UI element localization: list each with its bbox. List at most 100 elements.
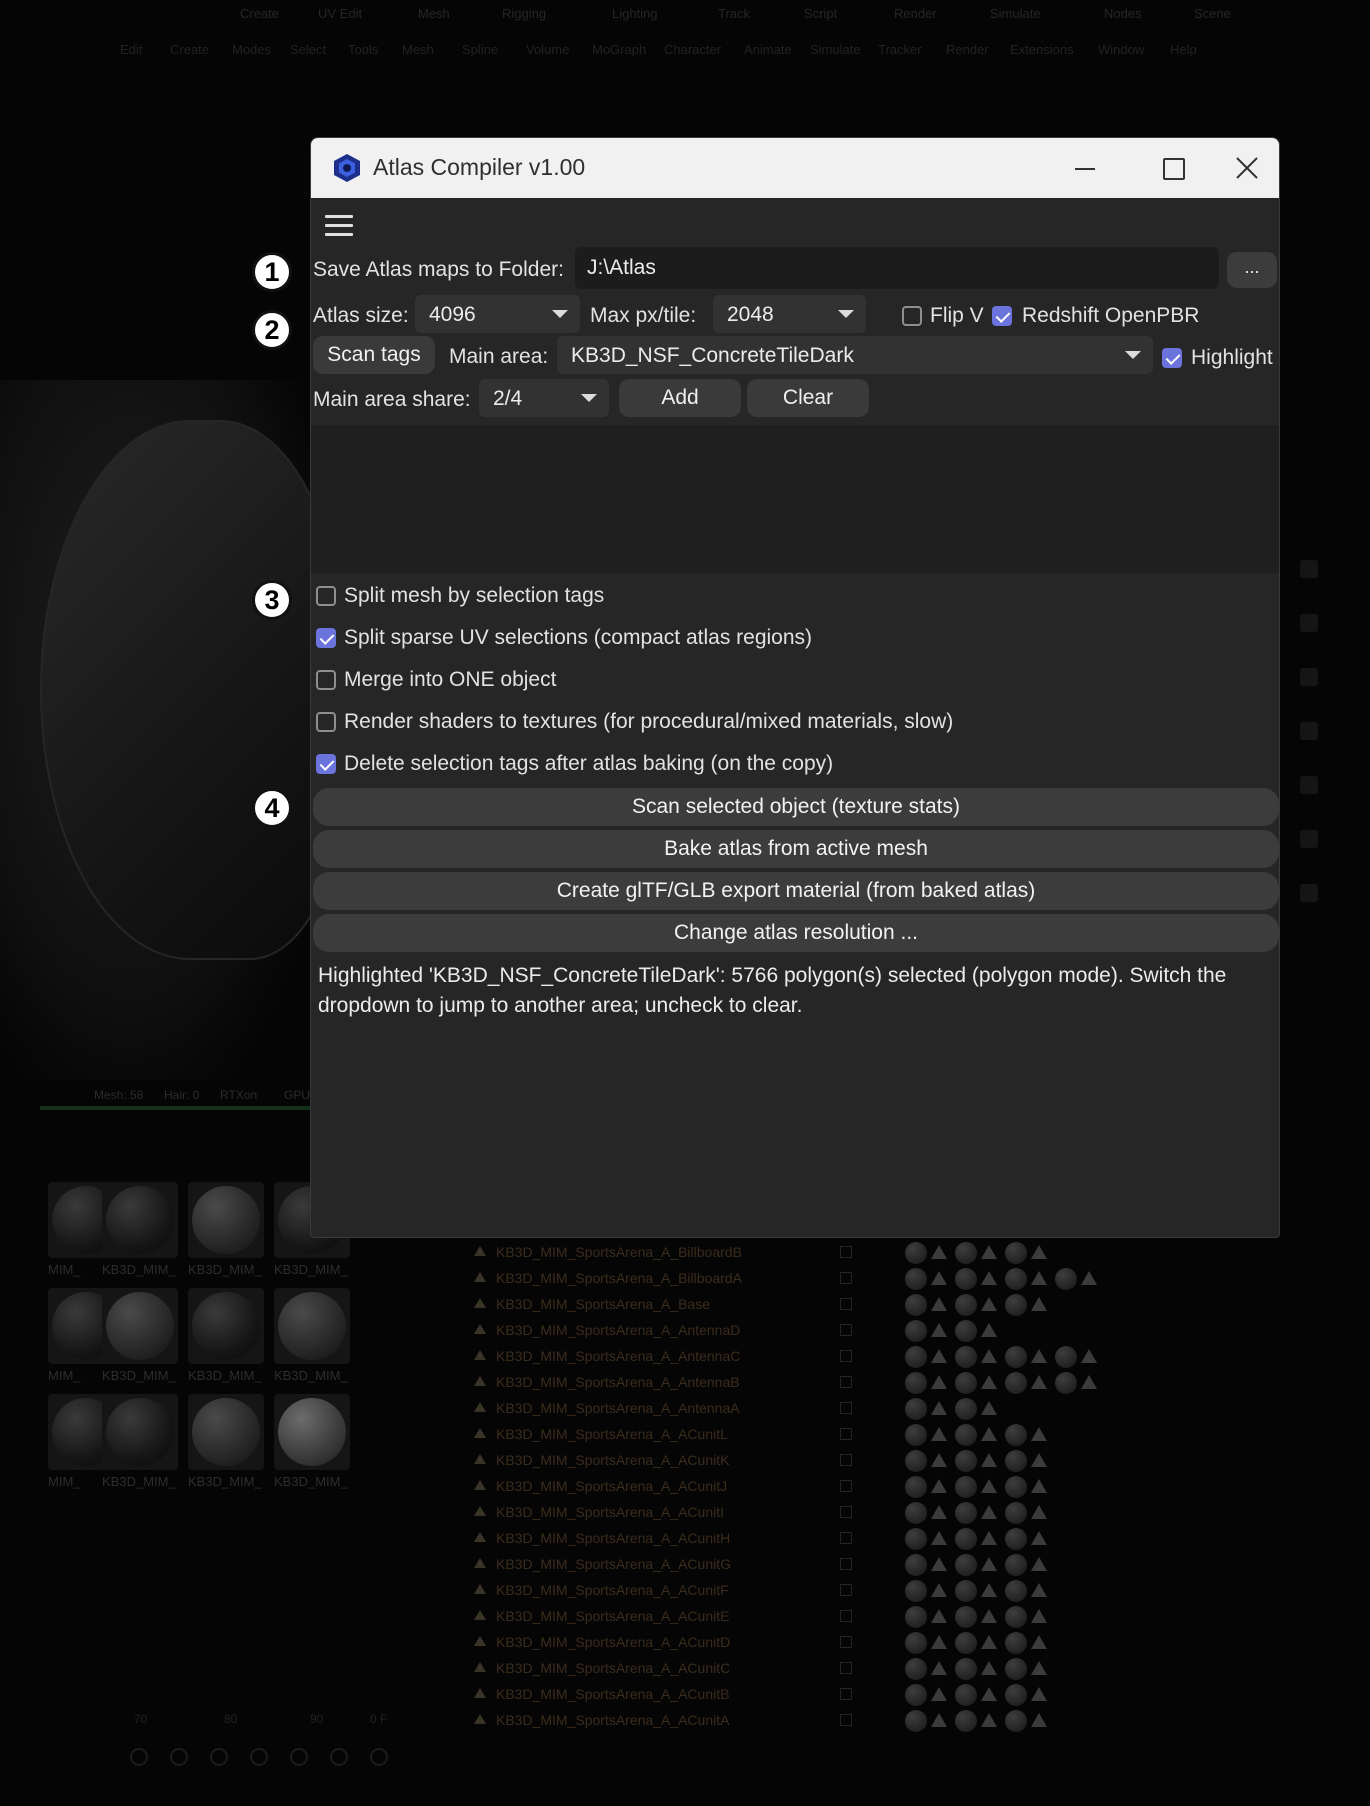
main-area-share-value: 2/4: [493, 387, 523, 410]
atlas-size-select[interactable]: 4096: [415, 295, 580, 333]
object-icon: [474, 1662, 486, 1672]
folder-path-input[interactable]: J:\Atlas: [575, 247, 1219, 289]
flip-v-checkbox[interactable]: [902, 306, 922, 326]
render-shaders-label: Render shaders to textures (for procedur…: [344, 710, 954, 733]
bg-menu-item: Scene: [1194, 6, 1231, 21]
close-button[interactable]: [1215, 150, 1275, 186]
area-share-list[interactable]: [311, 425, 1279, 573]
app-logo-icon: [334, 154, 360, 182]
bg-side-icon: [1300, 830, 1318, 848]
object-icon: [474, 1272, 486, 1282]
delete-selection-tags-label: Delete selection tags after atlas baking…: [344, 752, 834, 775]
render-shaders-checkbox[interactable]: [316, 712, 336, 732]
bg-tool-icon: [370, 1748, 388, 1766]
bg-timeline-tick: 0 F: [370, 1712, 388, 1726]
object-icon: [474, 1428, 486, 1438]
title-bar[interactable]: Atlas Compiler v1.00: [311, 138, 1279, 198]
object-row: KB3D_MIM_SportsArena_A_AntennaC: [460, 1344, 1220, 1370]
scan-selected-object-button[interactable]: Scan selected object (texture stats): [313, 788, 1279, 826]
split-mesh-checkbox[interactable]: [316, 586, 336, 606]
bake-atlas-button[interactable]: Bake atlas from active mesh: [313, 830, 1279, 868]
material-thumb: KB3D_MIM_: [98, 1180, 178, 1280]
bg-timeline-tick: 80: [224, 1712, 238, 1726]
bg-menu-item: Script: [804, 6, 838, 21]
material-thumb: KB3D_MIM_: [270, 1392, 350, 1492]
log-panel: Highlighted 'KB3D_NSF_ConcreteTileDark':…: [311, 952, 1279, 1237]
bg-menu-item: Nodes: [1104, 6, 1142, 21]
bg-menu-item: Modes: [232, 42, 272, 57]
minimize-button[interactable]: [1053, 150, 1113, 186]
object-icon: [474, 1688, 486, 1698]
background-progress-line: [40, 1106, 320, 1110]
bg-menu-item: Create: [170, 42, 210, 57]
merge-one-object-label: Merge into ONE object: [344, 668, 557, 691]
bg-menu-item: Mesh: [402, 42, 434, 57]
object-row: KB3D_MIM_SportsArena_A_ACunitL: [460, 1422, 1220, 1448]
bg-tool-icon: [170, 1748, 188, 1766]
chevron-down-icon: [552, 310, 568, 318]
bg-side-icon: [1300, 668, 1318, 686]
redshift-openpbr-checkbox[interactable]: [992, 306, 1012, 326]
object-icon: [474, 1350, 486, 1360]
bg-menu-item: Window: [1098, 42, 1145, 57]
bg-side-icon: [1300, 560, 1318, 578]
hamburger-menu-icon[interactable]: [323, 210, 355, 242]
background-arena-model: [40, 420, 340, 960]
split-sparse-uv-checkbox[interactable]: [316, 628, 336, 648]
object-row: KB3D_MIM_SportsArena_A_AntennaA: [460, 1396, 1220, 1422]
object-icon: [474, 1584, 486, 1594]
background-side-icons: [1290, 560, 1330, 920]
background-menubar-secondary: Edit Create Modes Select Tools Mesh Spli…: [0, 36, 1370, 62]
background-menubar: Create UV Edit Mesh Rigging Lighting Tra…: [0, 0, 1370, 28]
object-icon: [474, 1636, 486, 1646]
background-status-bar: Mesh: 58 Hair: 0 RTXon GPU: [40, 1086, 340, 1106]
bg-menu-item: Tools: [348, 42, 379, 57]
add-button[interactable]: Add: [619, 379, 741, 417]
object-row: KB3D_MIM_SportsArena_A_ACunitG: [460, 1552, 1220, 1578]
bg-status-text: RTXon: [220, 1088, 258, 1102]
object-row: KB3D_MIM_SportsArena_A_AntennaD: [460, 1318, 1220, 1344]
bg-status-text: Mesh: 58: [94, 1088, 144, 1102]
object-icon: [474, 1402, 486, 1412]
object-row: KB3D_MIM_SportsArena_A_BillboardB: [460, 1240, 1220, 1266]
bg-menu-item: Render: [946, 42, 989, 57]
delete-selection-tags-checkbox[interactable]: [316, 754, 336, 774]
main-area-value: KB3D_NSF_ConcreteTileDark: [571, 344, 854, 367]
redshift-openpbr-label: Redshift OpenPBR: [1022, 304, 1200, 327]
bg-menu-item: UV Edit: [318, 6, 363, 21]
chevron-down-icon: [1125, 351, 1141, 359]
create-gltf-material-button[interactable]: Create glTF/GLB export material (from ba…: [313, 872, 1279, 910]
material-thumb: KB3D_MIM_: [184, 1180, 264, 1280]
object-row: KB3D_MIM_SportsArena_A_ACunitB: [460, 1682, 1220, 1708]
clear-button[interactable]: Clear: [747, 379, 869, 417]
main-area-share-select[interactable]: 2/4: [479, 379, 609, 417]
atlas-size-label: Atlas size:: [313, 304, 409, 327]
change-atlas-resolution-button[interactable]: Change atlas resolution ...: [313, 914, 1279, 952]
maximize-button[interactable]: [1141, 150, 1201, 186]
scan-tags-button[interactable]: Scan tags: [313, 336, 435, 374]
bg-side-icon: [1300, 722, 1318, 740]
object-row: KB3D_MIM_SportsArena_A_AntennaB: [460, 1370, 1220, 1396]
window-title: Atlas Compiler v1.00: [373, 154, 586, 180]
browse-folder-button[interactable]: ...: [1227, 252, 1277, 288]
merge-one-object-checkbox[interactable]: [316, 670, 336, 690]
material-thumb: KB3D_MIM_: [184, 1392, 264, 1492]
bg-tool-icon: [290, 1748, 308, 1766]
bg-menu-item: Simulate: [990, 6, 1041, 21]
object-row: KB3D_MIM_SportsArena_A_ACunitK: [460, 1448, 1220, 1474]
max-px-select[interactable]: 2048: [713, 295, 866, 333]
atlas-size-value: 4096: [429, 303, 476, 326]
object-icon: [474, 1246, 486, 1256]
object-icon: [474, 1298, 486, 1308]
material-thumb: KB3D_MIM_: [270, 1286, 350, 1386]
background-playback-tools: [130, 1748, 450, 1772]
flip-v-label: Flip V: [930, 304, 984, 327]
highlight-checkbox[interactable]: [1162, 348, 1182, 368]
material-thumb: KB3D_MIM_: [184, 1286, 264, 1386]
material-thumb: KB3D_MIM_: [98, 1392, 178, 1492]
main-area-select[interactable]: KB3D_NSF_ConcreteTileDark: [557, 336, 1153, 374]
max-px-label: Max px/tile:: [590, 304, 697, 327]
bg-menu-item: Rigging: [502, 6, 547, 21]
callout-marker-3: 3: [252, 580, 292, 620]
bg-menu-item: Render: [894, 6, 937, 21]
